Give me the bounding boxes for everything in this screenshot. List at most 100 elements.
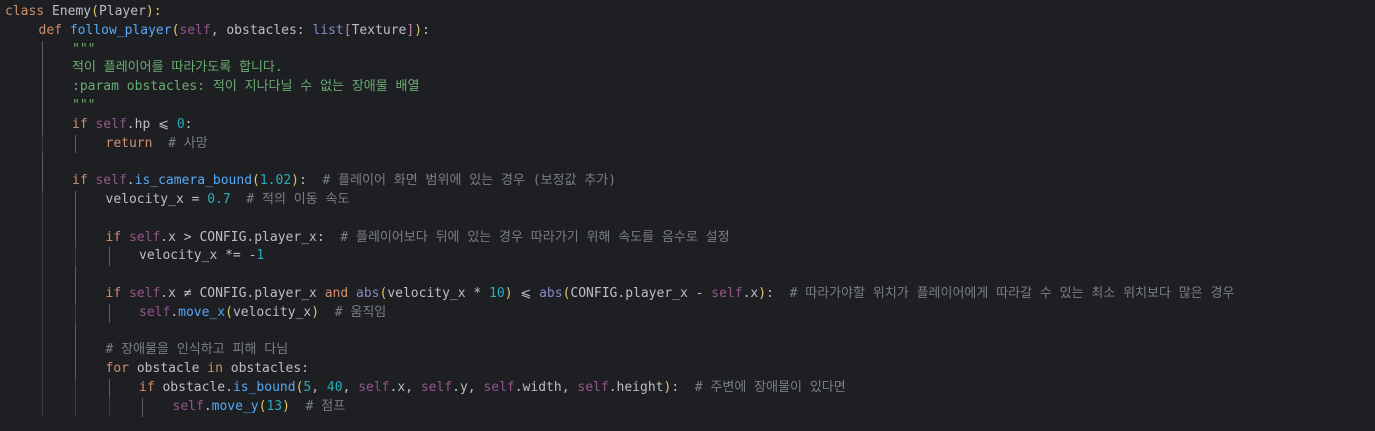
indent-guide xyxy=(41,341,43,361)
code-line[interactable] xyxy=(0,209,1375,229)
code-line[interactable]: def follow_player(self, obstacles: list[… xyxy=(0,22,1375,41)
code-token-cls: Texture xyxy=(351,22,407,38)
code-token-cls: CONFIG xyxy=(570,285,618,301)
code-token-self: self xyxy=(420,379,453,395)
code-line[interactable]: """ xyxy=(0,96,1375,116)
code-line[interactable]: class Enemy(Player): xyxy=(0,3,1375,22)
indent-guide xyxy=(41,134,43,154)
code-line-content: if self.x > CONFIG.player_x: # 플레이어보다 뒤에… xyxy=(106,229,730,248)
code-token-num: 0 xyxy=(176,116,185,132)
code-token-txt: .width, xyxy=(514,379,578,395)
code-line[interactable]: for obstacle in obstacles: xyxy=(0,360,1375,379)
indent-guide xyxy=(75,190,76,210)
code-line-content: # 장애물을 인식하고 피해 다님 xyxy=(106,341,289,360)
indent-guide xyxy=(142,397,143,417)
indent-guide xyxy=(41,172,43,191)
code-token-fn: move_x xyxy=(178,304,226,320)
code-line-content: :param obstacles: 적이 지나다닐 수 없는 장애물 배열 xyxy=(72,78,419,97)
code-editor[interactable]: class Enemy(Player): def follow_player(se… xyxy=(0,0,1375,431)
code-token-num: 0.7 xyxy=(207,191,231,207)
code-token-cmt: # 장애물을 인식하고 피해 다님 xyxy=(105,342,289,358)
code-token-kw: return xyxy=(105,135,153,151)
code-token-self: self xyxy=(128,229,161,245)
code-token-num: 10 xyxy=(489,285,505,301)
code-token-kw: if xyxy=(72,116,96,132)
indent-guide xyxy=(41,303,43,323)
code-token-txt: .y, xyxy=(452,379,484,395)
code-line-content: self.move_y(13) # 점프 xyxy=(173,398,346,417)
indent-guide xyxy=(108,247,110,267)
code-token-txt: .player_x - xyxy=(617,285,712,301)
code-token-cmt: # 사망 xyxy=(168,135,208,151)
code-token-self: self xyxy=(711,285,743,301)
code-line[interactable]: if self.hp ⩽ 0: xyxy=(0,115,1375,135)
indent-guide xyxy=(41,78,43,97)
code-token-paren: ) xyxy=(311,304,320,320)
code-token-cmt: # 플레이어보다 뒤에 있는 경우 따라가기 위해 속도를 음수로 설정 xyxy=(340,229,730,245)
code-line[interactable]: 적이 플레이어를 따라가도록 합니다. xyxy=(0,59,1375,79)
code-line[interactable]: if self.is_camera_bound(1.02): # 플레이어 화면… xyxy=(0,172,1375,191)
code-line[interactable]: self.move_y(13) # 점프 xyxy=(0,397,1375,417)
indent-guide xyxy=(75,228,76,248)
code-token-txt: velocity_x = xyxy=(105,191,208,207)
indent-guide xyxy=(41,115,43,135)
indent-guide xyxy=(75,360,76,379)
code-token-self: self xyxy=(95,116,127,132)
indent-guide xyxy=(41,228,43,248)
code-token-txt: : xyxy=(422,22,430,38)
code-line-content: 적이 플레이어를 따라가도록 합니다. xyxy=(72,59,283,78)
code-token-str: :param obstacles: 적이 지나다닐 수 없는 장애물 배열 xyxy=(72,79,420,95)
code-token-num: 13 xyxy=(266,398,283,414)
indent-guide xyxy=(75,284,76,304)
code-line[interactable] xyxy=(0,153,1375,173)
code-line[interactable]: return # 사망 xyxy=(0,134,1375,154)
code-token-txt: : xyxy=(299,173,323,189)
code-line-content: """ xyxy=(72,41,95,60)
code-token-cmt: # 플레이어 화면 범위에 있는 경우 (보정값 추가) xyxy=(322,173,617,189)
indent-guide xyxy=(41,247,43,267)
code-token-txt: velocity_x * xyxy=(387,285,490,301)
code-line[interactable]: :param obstacles: 적이 지나다닐 수 없는 장애물 배열 xyxy=(0,78,1375,97)
code-line[interactable]: self.move_x(velocity_x) # 움직임 xyxy=(0,303,1375,323)
code-line-content: """ xyxy=(72,97,95,116)
code-token-fn: is_camera_bound xyxy=(134,173,253,189)
code-token-txt: ⩽ xyxy=(512,285,540,301)
code-token-kw: if xyxy=(105,285,129,301)
indent-guide xyxy=(41,360,43,379)
code-line[interactable]: velocity_x *= -1 xyxy=(0,247,1375,267)
code-line[interactable]: if self.x ≠ CONFIG.player_x and abs(velo… xyxy=(0,284,1375,304)
code-line-content: velocity_x = 0.7 # 적의 이동 속도 xyxy=(106,191,350,210)
code-token-txt: : xyxy=(766,285,790,301)
code-token-txt: .x ≠ xyxy=(160,285,200,301)
code-token-cls: Enemy xyxy=(51,4,92,19)
code-token-cmt: # 움직임 xyxy=(334,304,387,320)
code-token-txt: velocity_x xyxy=(232,304,312,320)
indent-guide xyxy=(75,341,76,361)
code-token-txt: .player_x xyxy=(246,285,325,301)
code-token-bracket: [ xyxy=(343,22,352,38)
code-token-num: 40 xyxy=(326,379,343,395)
code-line[interactable]: velocity_x = 0.7 # 적의 이동 속도 xyxy=(0,190,1375,210)
indent-guide xyxy=(41,397,43,417)
indent-guide xyxy=(41,59,43,79)
code-token-txt: . xyxy=(126,173,135,189)
code-line[interactable] xyxy=(0,266,1375,285)
code-line[interactable]: if self.x > CONFIG.player_x: # 플레이어보다 뒤에… xyxy=(0,228,1375,248)
code-token-cmt: # 주변에 장애물이 있다면 xyxy=(694,379,846,395)
code-token-builtin: abs xyxy=(356,285,380,301)
code-line-content: def follow_player(self, obstacles: list[… xyxy=(39,22,430,41)
code-line[interactable]: # 장애물을 인식하고 피해 다님 xyxy=(0,341,1375,361)
code-token-paren: ) xyxy=(504,285,513,301)
code-token-self: self xyxy=(172,398,204,414)
code-line[interactable]: """ xyxy=(0,40,1375,60)
indent-guide xyxy=(75,266,76,285)
code-token-txt: : xyxy=(671,379,695,395)
indent-guide xyxy=(41,284,43,304)
code-token-cls: CONFIG xyxy=(199,229,247,245)
code-token-kw: for xyxy=(105,361,137,377)
code-line[interactable]: if obstacle.is_bound(5, 40, self.x, self… xyxy=(0,378,1375,398)
code-line[interactable] xyxy=(0,322,1375,342)
indent-guide xyxy=(75,303,76,323)
